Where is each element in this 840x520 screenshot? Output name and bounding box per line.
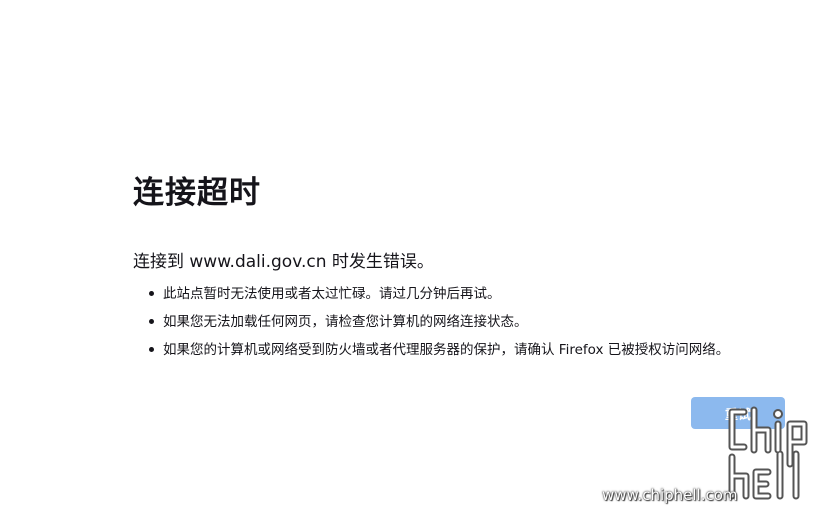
bullet-icon: [149, 319, 154, 324]
bullet-icon: [149, 291, 154, 296]
suggestion-item: 此站点暂时无法使用或者太过忙碌。请过几分钟后再试。: [149, 284, 793, 304]
page-title: 连接超时: [133, 175, 261, 211]
chiphell-logo-icon: [728, 406, 808, 500]
watermark-site-text: www.chiphell.com: [602, 486, 738, 504]
suggestion-item: 如果您无法加载任何网页，请检查您计算机的网络连接状态。: [149, 312, 793, 332]
error-page: 连接超时 连接到 www.dali.gov.cn 时发生错误。 此站点暂时无法使…: [0, 0, 840, 520]
suggestion-text: 如果您无法加载任何网页，请检查您计算机的网络连接状态。: [163, 314, 528, 330]
error-description: 连接到 www.dali.gov.cn 时发生错误。: [133, 252, 434, 272]
suggestion-list: 此站点暂时无法使用或者太过忙碌。请过几分钟后再试。 如果您无法加载任何网页，请检…: [133, 284, 793, 360]
suggestion-text: 此站点暂时无法使用或者太过忙碌。请过几分钟后再试。: [163, 286, 501, 302]
bullet-icon: [149, 347, 154, 352]
suggestion-item: 如果您的计算机或网络受到防火墙或者代理服务器的保护，请确认 Firefox 已被…: [149, 340, 793, 360]
watermark: www.chiphell.com: [602, 402, 832, 512]
suggestion-text: 如果您的计算机或网络受到防火墙或者代理服务器的保护，请确认 Firefox 已被…: [163, 342, 730, 358]
error-container: 连接超时 连接到 www.dali.gov.cn 时发生错误。 此站点暂时无法使…: [133, 170, 793, 368]
